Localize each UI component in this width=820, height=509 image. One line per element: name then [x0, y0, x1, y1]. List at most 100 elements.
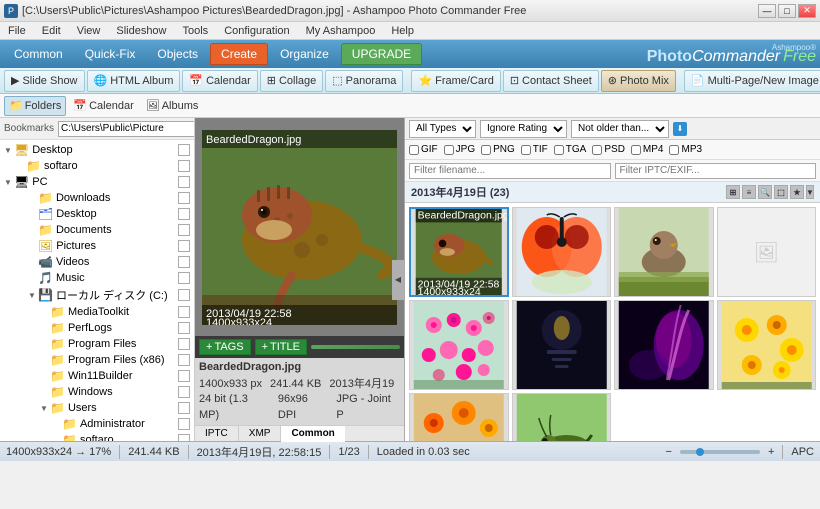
tree-item-windows[interactable]: 📁 Windows	[2, 384, 192, 400]
grid-view-btn[interactable]: ⊞	[726, 185, 740, 199]
path-input[interactable]	[58, 121, 195, 137]
menu-edit[interactable]: Edit	[38, 24, 65, 38]
menu-help[interactable]: Help	[387, 24, 418, 38]
tree-item-pc[interactable]: ▼ 🖥 PC	[2, 174, 192, 190]
tree-checkbox[interactable]	[178, 418, 190, 430]
tree-item-administrator[interactable]: 📁 Administrator	[2, 416, 192, 432]
filename-filter-input[interactable]	[409, 163, 611, 179]
zoom-in-btn[interactable]: 🔍	[758, 185, 772, 199]
tree-checkbox[interactable]	[178, 289, 190, 301]
tree-checkbox[interactable]	[178, 160, 190, 172]
tree-checkbox[interactable]	[178, 208, 190, 220]
tree-item-softaro[interactable]: 📁 softaro	[2, 432, 192, 441]
tree-item-pictures[interactable]: 🖼 Pictures	[2, 238, 192, 254]
tree-item-music[interactable]: 🎵 Music	[2, 270, 192, 286]
tags-button[interactable]: + TAGS	[199, 339, 251, 355]
tree-checkbox[interactable]	[178, 322, 190, 334]
gallery-scrollbar[interactable]: ▼	[806, 185, 814, 199]
tree-item-perflogs[interactable]: 📁 PerfLogs	[2, 320, 192, 336]
menu-slideshow[interactable]: Slideshow	[112, 24, 170, 38]
zoom-plus-icon[interactable]: +	[768, 446, 774, 458]
tree-view[interactable]: ▼ 🖥 Desktop 📁 softaro ▼ 🖥 PC	[0, 140, 194, 441]
type-mp3[interactable]: MP3	[669, 144, 702, 155]
gallery-item-grasshopper[interactable]	[512, 393, 612, 441]
list-view-btn[interactable]: ≡	[742, 185, 756, 199]
menu-myashampoo[interactable]: My Ashampoo	[302, 24, 380, 38]
type-tga[interactable]: TGA	[554, 144, 587, 155]
psd-checkbox[interactable]	[592, 145, 602, 155]
tree-item-programfilesx86[interactable]: 📁 Program Files (x86)	[2, 352, 192, 368]
gallery-item-butterfly[interactable]	[512, 207, 612, 297]
calendar-button[interactable]: 📅 Calendar	[182, 70, 257, 92]
gallery-item-dragon[interactable]: BeardedDragon.jpg 2013/04/19 22:58 1400x…	[409, 207, 509, 297]
filter-icon-btn[interactable]: ⬇	[673, 122, 687, 136]
tree-checkbox[interactable]	[178, 240, 190, 252]
minimize-button[interactable]: —	[758, 4, 776, 18]
type-png[interactable]: PNG	[481, 144, 515, 155]
tree-checkbox[interactable]	[178, 402, 190, 414]
type-mp4[interactable]: MP4	[631, 144, 664, 155]
type-jpg[interactable]: JPG	[444, 144, 475, 155]
tree-checkbox[interactable]	[178, 370, 190, 382]
tree-item-downloads[interactable]: 📁 Downloads	[2, 190, 192, 206]
type-gif[interactable]: GIF	[409, 144, 438, 155]
gallery-item-yellow[interactable]	[717, 300, 817, 390]
gallery-item-dark[interactable]	[512, 300, 612, 390]
title-button[interactable]: + TITLE	[255, 339, 307, 355]
star-filter-btn[interactable]: ★	[790, 185, 804, 199]
tree-checkbox[interactable]	[178, 386, 190, 398]
contact-sheet-button[interactable]: ⊡ Contact Sheet	[503, 70, 599, 92]
tree-checkbox[interactable]	[178, 144, 190, 156]
menu-file[interactable]: File	[4, 24, 30, 38]
slideshow-button[interactable]: ▶ Slide Show	[4, 70, 85, 92]
common-tab[interactable]: Common	[281, 426, 344, 442]
tab-upgrade[interactable]: UPGRADE	[341, 43, 422, 65]
tif-checkbox[interactable]	[521, 145, 531, 155]
jpg-checkbox[interactable]	[444, 145, 454, 155]
folders-tab[interactable]: 📁 Folders	[4, 96, 66, 116]
gallery-item-empty[interactable]: 🖼	[717, 207, 817, 297]
type-filter-select[interactable]: All Types	[409, 120, 476, 138]
panel-resize-handle[interactable]: ◀	[392, 260, 404, 300]
tga-checkbox[interactable]	[554, 145, 564, 155]
tree-checkbox[interactable]	[178, 434, 190, 441]
rating-filter-select[interactable]: Ignore Rating	[480, 120, 567, 138]
gallery-item-smoke[interactable]	[614, 300, 714, 390]
mp4-checkbox[interactable]	[631, 145, 641, 155]
tree-checkbox[interactable]	[178, 306, 190, 318]
png-checkbox[interactable]	[481, 145, 491, 155]
gallery-item-orange[interactable]	[409, 393, 509, 441]
tree-item-users[interactable]: ▼ 📁 Users	[2, 400, 192, 416]
tree-item-softaro-top[interactable]: 📁 softaro	[2, 158, 192, 174]
tree-checkbox[interactable]	[178, 272, 190, 284]
maximize-button[interactable]: □	[778, 4, 796, 18]
mp3-checkbox[interactable]	[669, 145, 679, 155]
panorama-button[interactable]: ⬚ Panorama	[325, 70, 403, 92]
tab-organize[interactable]: Organize	[270, 43, 339, 65]
gallery-area[interactable]: BeardedDragon.jpg 2013/04/19 22:58 1400x…	[405, 203, 820, 441]
type-tif[interactable]: TIF	[521, 144, 548, 155]
tree-item-cdrive[interactable]: ▼ 💾 ローカル ディスク (C:)	[2, 286, 192, 304]
tree-item-desktop[interactable]: ▼ 🖥 Desktop	[2, 142, 192, 158]
xmp-tab[interactable]: XMP	[239, 426, 282, 441]
window-controls[interactable]: — □ ✕	[758, 4, 816, 18]
tree-checkbox[interactable]	[178, 338, 190, 350]
tab-quickfix[interactable]: Quick-Fix	[75, 43, 146, 65]
tab-create[interactable]: Create	[210, 43, 268, 65]
tree-checkbox[interactable]	[178, 256, 190, 268]
menu-configuration[interactable]: Configuration	[220, 24, 293, 38]
tab-objects[interactable]: Objects	[147, 43, 208, 65]
gif-checkbox[interactable]	[409, 145, 419, 155]
menu-tools[interactable]: Tools	[179, 24, 213, 38]
html-album-button[interactable]: 🌐 HTML Album	[87, 70, 181, 92]
type-psd[interactable]: PSD	[592, 144, 625, 155]
calendar-tab[interactable]: 📅 Calendar	[68, 96, 138, 116]
tree-checkbox[interactable]	[178, 354, 190, 366]
multipage-button[interactable]: 📄 Multi-Page/New Image ▼	[684, 70, 820, 92]
tab-common[interactable]: Common	[4, 43, 73, 65]
gallery-item-bird[interactable]	[614, 207, 714, 297]
photo-mix-button[interactable]: ⊛ Photo Mix	[601, 70, 676, 92]
tree-checkbox[interactable]	[178, 224, 190, 236]
tree-checkbox[interactable]	[178, 176, 190, 188]
tree-item-desktop2[interactable]: 🗂 Desktop	[2, 206, 192, 222]
